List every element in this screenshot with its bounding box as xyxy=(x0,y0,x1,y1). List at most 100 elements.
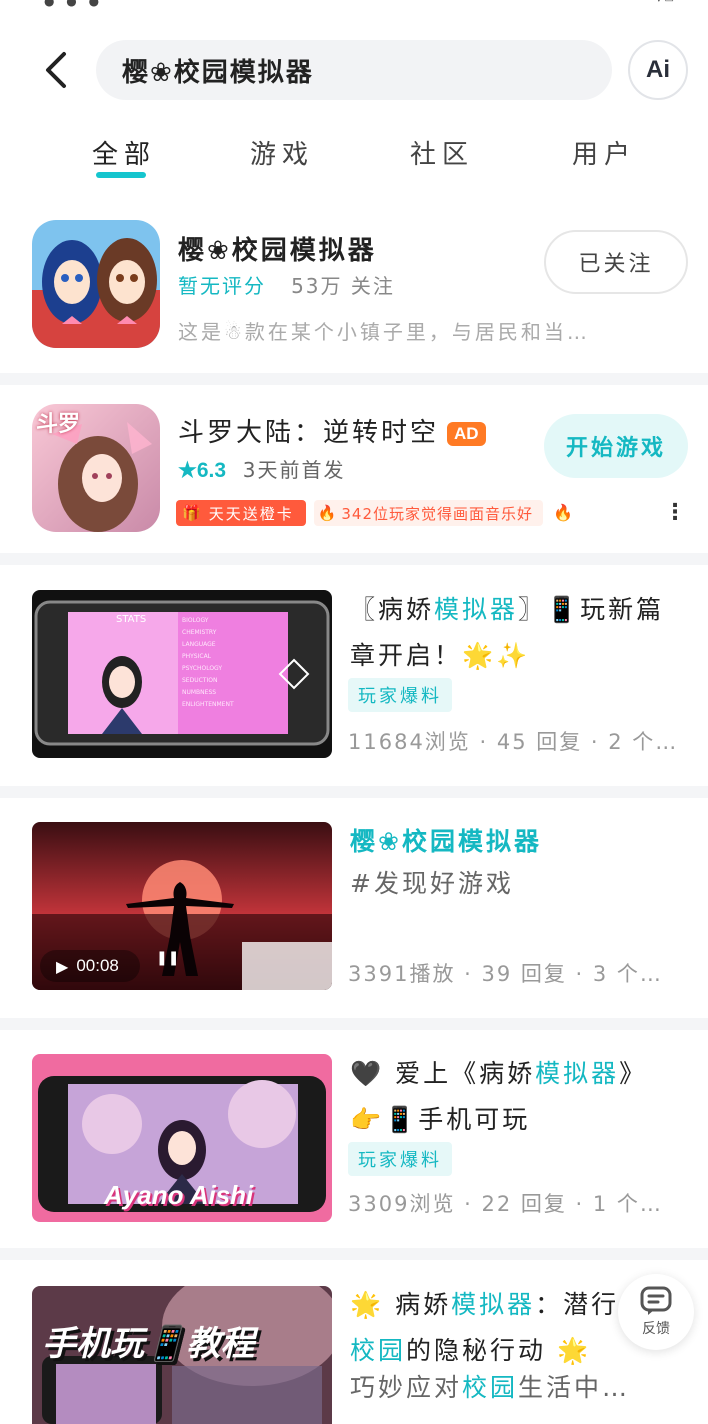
search-header: Ai xyxy=(0,36,708,104)
post-stats: 3391播放 · 39 回复 · 3 个… xyxy=(348,962,663,986)
game-card-sakura[interactable]: 樱❀校园模拟器 暂无评分 53万 关注 这是☃款在某个小镇子里，与居民和当… 已… xyxy=(0,220,708,370)
tab-community[interactable]: 社区 xyxy=(410,134,474,171)
svg-text:LANGUAGE: LANGUAGE xyxy=(182,641,216,648)
title-part: 〖病娇 xyxy=(350,595,435,624)
game-card-douluo[interactable]: 斗罗 斗罗大陆：逆转时空 AD ★6.3 3天前首发 🎁 天天送橙卡 🔥 342位玩家觉… xyxy=(0,404,708,540)
post-tag[interactable]: 玩家爆料 xyxy=(348,678,452,712)
active-tab-indicator xyxy=(96,172,146,178)
chevron-left-icon xyxy=(46,52,66,88)
post-hashtag[interactable]: #发现好游戏 xyxy=(350,864,514,900)
post-card[interactable]: ▶ 00:08 ❚❚ 樱❀校园模拟器 #发现好游戏 3391播放 · 39 回复… xyxy=(0,822,708,992)
post-title-line1: 🌟 病娇模拟器：潜行 xyxy=(350,1282,620,1328)
post-thumbnail: ▶ 00:08 ❚❚ xyxy=(32,822,332,990)
post-card[interactable]: BIOLOGY CHEMISTRY LANGUAGE PHYSICAL PSYCHOL… xyxy=(0,590,708,770)
title-keyword: 模拟器 xyxy=(451,1290,536,1319)
game-tags: 🎁 天天送橙卡 🔥 342位玩家觉得画面音乐好 🔥 xyxy=(176,500,573,526)
section-divider xyxy=(0,1018,708,1030)
svg-text:PSYCHOLOGY: PSYCHOLOGY xyxy=(182,665,222,672)
section-divider xyxy=(0,786,708,798)
video-duration-pill: ▶ 00:08 xyxy=(40,950,140,982)
game-icon-sakura xyxy=(32,220,160,348)
tab-games[interactable]: 游戏 xyxy=(250,134,314,171)
svg-text:NUMBNESS: NUMBNESS xyxy=(182,689,216,696)
game-rating: 暂无评分 xyxy=(178,274,266,298)
post-title: 🖤 爱上《病娇模拟器》👉📱手机可玩 xyxy=(350,1051,680,1143)
title-part: 🌟 病娇 xyxy=(350,1290,452,1319)
game-meta: 暂无评分 53万 关注 xyxy=(178,270,395,299)
feedback-button[interactable]: 反馈 xyxy=(618,1274,694,1350)
icon-caption: 斗罗 xyxy=(36,412,81,437)
svg-text:ENLIGHTENMENT: ENLIGHTENMENT xyxy=(182,701,234,708)
feedback-label: 反馈 xyxy=(642,1321,670,1337)
gift-icon: 🎁 xyxy=(182,504,203,522)
player-tag-label: 342位玩家觉得画面音乐好 xyxy=(341,504,534,523)
title-keyword: 校园 xyxy=(350,1336,407,1365)
post-thumbnail: BIOLOGY CHEMISTRY LANGUAGE PHYSICAL PSYCHOL… xyxy=(32,590,332,758)
fire-icon: 🔥 xyxy=(317,504,338,522)
game-icon-douluo: 斗罗 xyxy=(32,404,160,532)
tab-bar: 全部 游戏 社区 用户 xyxy=(0,134,708,184)
post-title: 樱❀校园模拟器 xyxy=(350,827,542,856)
thumb-caption: 手机玩📱教程 xyxy=(42,1324,255,1364)
ad-badge: AD xyxy=(447,421,486,446)
title-part: ：潜行 xyxy=(535,1290,620,1319)
pause-icon: ❚❚ xyxy=(156,950,180,966)
excerpt-keyword: 校园 xyxy=(462,1373,519,1402)
tab-users[interactable]: 用户 xyxy=(572,134,636,171)
promo-tag: 🎁 天天送橙卡 xyxy=(176,500,306,526)
section-divider xyxy=(0,553,708,565)
svg-text:BIOLOGY: BIOLOGY xyxy=(182,617,209,624)
status-bar: ● ● ● ▾ ▭ xyxy=(0,0,708,10)
game-followers: 53万 关注 xyxy=(291,274,395,298)
excerpt-part: 生活中… xyxy=(518,1373,631,1402)
post-thumbnail: Ayano Aishi xyxy=(32,1054,332,1222)
post-stats: 3309浏览 · 22 回复 · 1 个… xyxy=(348,1192,663,1216)
svg-text:PHYSICAL: PHYSICAL xyxy=(182,653,212,660)
search-input[interactable] xyxy=(122,55,582,85)
game-rating: ★6.3 xyxy=(178,459,227,482)
section-divider xyxy=(0,373,708,385)
game-description: 这是☃款在某个小镇子里，与居民和当… xyxy=(178,320,590,344)
svg-text:SEDUCTION: SEDUCTION xyxy=(182,677,217,684)
feedback-icon xyxy=(640,1286,672,1315)
post-stats: 11684浏览 · 45 回复 · 2 个… xyxy=(348,730,679,754)
ai-button[interactable]: Ai xyxy=(628,40,688,100)
video-duration: 00:08 xyxy=(76,956,119,975)
game-meta: ★6.3 3天前首发 xyxy=(178,454,345,483)
post-thumbnail: 手机玩📱教程 xyxy=(32,1286,332,1424)
post-tag[interactable]: 玩家爆料 xyxy=(348,1142,452,1176)
tab-games-label: 游戏 xyxy=(250,140,315,170)
excerpt-part: 巧妙应对 xyxy=(350,1373,463,1402)
ai-label: Ai xyxy=(646,56,670,83)
game-title: 斗罗大陆：逆转时空 AD xyxy=(178,412,486,449)
search-box[interactable] xyxy=(96,40,612,100)
promo-tag-label: 天天送橙卡 xyxy=(208,504,294,523)
more-icon[interactable]: ⋮ xyxy=(664,500,686,525)
post-card[interactable]: 手机玩📱教程 🌟 病娇模拟器：潜行 校园的隐秘行动 🌟 巧妙应对校园生活中… xyxy=(0,1286,708,1424)
post-excerpt: 巧妙应对校园生活中… xyxy=(350,1368,630,1404)
post-title: 〖病娇模拟器〗📱玩新篇章开启！🌟✨ xyxy=(350,587,680,679)
post-card[interactable]: Ayano Aishi 🖤 爱上《病娇模拟器》👉📱手机可玩 玩家爆料 3309浏… xyxy=(0,1054,708,1224)
game-title: 樱❀校园模拟器 xyxy=(178,236,377,266)
play-icon: ▶ xyxy=(56,956,69,976)
thumb-caption: STATS xyxy=(116,614,147,625)
title-keyword: 模拟器 xyxy=(434,595,519,624)
tab-community-label: 社区 xyxy=(410,140,475,170)
tab-all[interactable]: 全部 xyxy=(92,134,156,171)
back-button[interactable] xyxy=(36,48,76,92)
title-part: 的隐秘行动 🌟 xyxy=(406,1336,592,1365)
followed-button-label: 已关注 xyxy=(578,252,654,277)
player-tag: 🔥 342位玩家觉得画面音乐好 xyxy=(313,500,544,526)
title-keyword: 模拟器 xyxy=(535,1059,620,1088)
start-game-button[interactable]: 开始游戏 xyxy=(544,414,688,478)
game-title-text: 斗罗大陆：逆转时空 xyxy=(178,418,440,448)
svg-text:CHEMISTRY: CHEMISTRY xyxy=(182,629,217,636)
section-divider xyxy=(0,1248,708,1260)
start-game-button-label: 开始游戏 xyxy=(565,436,666,461)
tab-all-label: 全部 xyxy=(92,140,157,170)
followed-button[interactable]: 已关注 xyxy=(544,230,688,294)
status-icons: ● ● ● xyxy=(44,0,104,8)
status-right-icons: ▾ ▭ xyxy=(656,0,674,5)
title-part: 🖤 爱上《病娇 xyxy=(350,1059,536,1088)
thumb-caption: Ayano Aishi xyxy=(104,1180,254,1210)
